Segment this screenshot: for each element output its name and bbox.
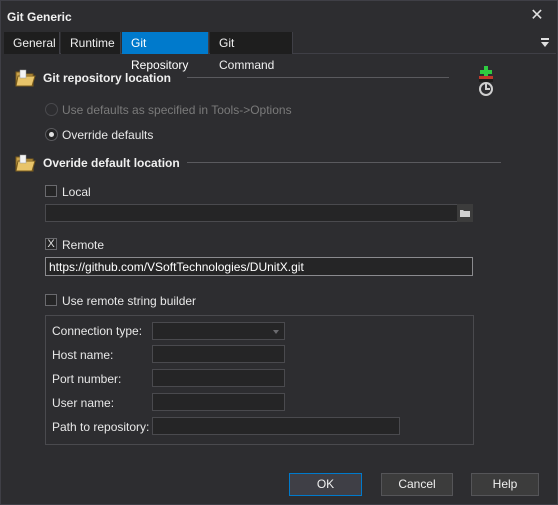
path-to-repository-field[interactable] bbox=[152, 417, 400, 435]
user-name-field[interactable] bbox=[152, 393, 285, 411]
tab-runtime[interactable]: Runtime bbox=[61, 32, 121, 54]
tab-menu-button[interactable] bbox=[538, 35, 552, 51]
tab-git-repository[interactable]: Git Repository bbox=[122, 32, 209, 72]
remote-builder-option[interactable]: Use remote string builder bbox=[45, 293, 205, 309]
local-label: Local bbox=[62, 185, 91, 199]
override-defaults-label: Override defaults bbox=[62, 128, 154, 142]
folder-browse-icon[interactable] bbox=[457, 204, 473, 222]
local-path-field[interactable] bbox=[45, 204, 458, 222]
remote-checkbox[interactable]: X bbox=[45, 238, 57, 250]
tab-bar: General Runtime Git Repository Git Comma… bbox=[4, 32, 556, 72]
user-name-label: User name: bbox=[52, 396, 115, 410]
cancel-button[interactable]: Cancel bbox=[381, 473, 453, 496]
ok-button[interactable]: OK bbox=[289, 473, 362, 496]
remote-option[interactable]: X Remote bbox=[45, 237, 115, 253]
connection-type-label: Connection type: bbox=[52, 324, 143, 338]
folder-section-icon bbox=[15, 69, 36, 87]
close-icon: ✕ bbox=[530, 7, 544, 24]
section-divider bbox=[187, 77, 449, 78]
local-option[interactable]: Local bbox=[45, 184, 105, 200]
local-checkbox[interactable] bbox=[45, 185, 57, 197]
close-button[interactable]: ✕ bbox=[527, 6, 547, 26]
override-defaults-radio[interactable] bbox=[45, 128, 58, 141]
dialog-window: Git Generic ✕ General Runtime Git Reposi… bbox=[0, 0, 558, 505]
folder-section-icon bbox=[15, 154, 36, 172]
path-to-repository-label: Path to repository: bbox=[52, 420, 150, 434]
remote-builder-checkbox[interactable] bbox=[45, 294, 57, 306]
title-bar: Git Generic ✕ bbox=[1, 1, 557, 32]
help-button[interactable]: Help bbox=[471, 473, 539, 496]
host-name-label: Host name: bbox=[52, 348, 114, 362]
host-name-field[interactable] bbox=[152, 345, 285, 363]
section-divider bbox=[187, 162, 501, 163]
tab-menu-icon bbox=[541, 38, 549, 40]
remote-url-field[interactable]: https://github.com/VSoftTechnologies/DUn… bbox=[45, 257, 473, 276]
connection-type-select[interactable] bbox=[152, 322, 285, 340]
use-defaults-radio[interactable] bbox=[45, 103, 58, 116]
window-title: Git Generic bbox=[7, 10, 72, 24]
override-defaults-option[interactable]: Override defaults bbox=[45, 127, 165, 143]
use-defaults-option[interactable]: Use defaults as specified in Tools->Opti… bbox=[45, 102, 305, 118]
port-number-label: Port number: bbox=[52, 372, 122, 386]
remote-label: Remote bbox=[62, 238, 105, 252]
use-defaults-label: Use defaults as specified in Tools->Opti… bbox=[62, 103, 292, 117]
chevron-down-icon bbox=[273, 330, 279, 334]
override-location-title: Overide default location bbox=[43, 156, 180, 170]
port-number-field[interactable] bbox=[152, 369, 285, 387]
tab-git-command[interactable]: Git Command bbox=[210, 32, 293, 72]
remote-builder-label: Use remote string builder bbox=[62, 294, 197, 308]
tab-general[interactable]: General bbox=[4, 32, 60, 54]
repo-location-title: Git repository location bbox=[43, 71, 172, 85]
git-tool-icon[interactable] bbox=[475, 65, 497, 99]
